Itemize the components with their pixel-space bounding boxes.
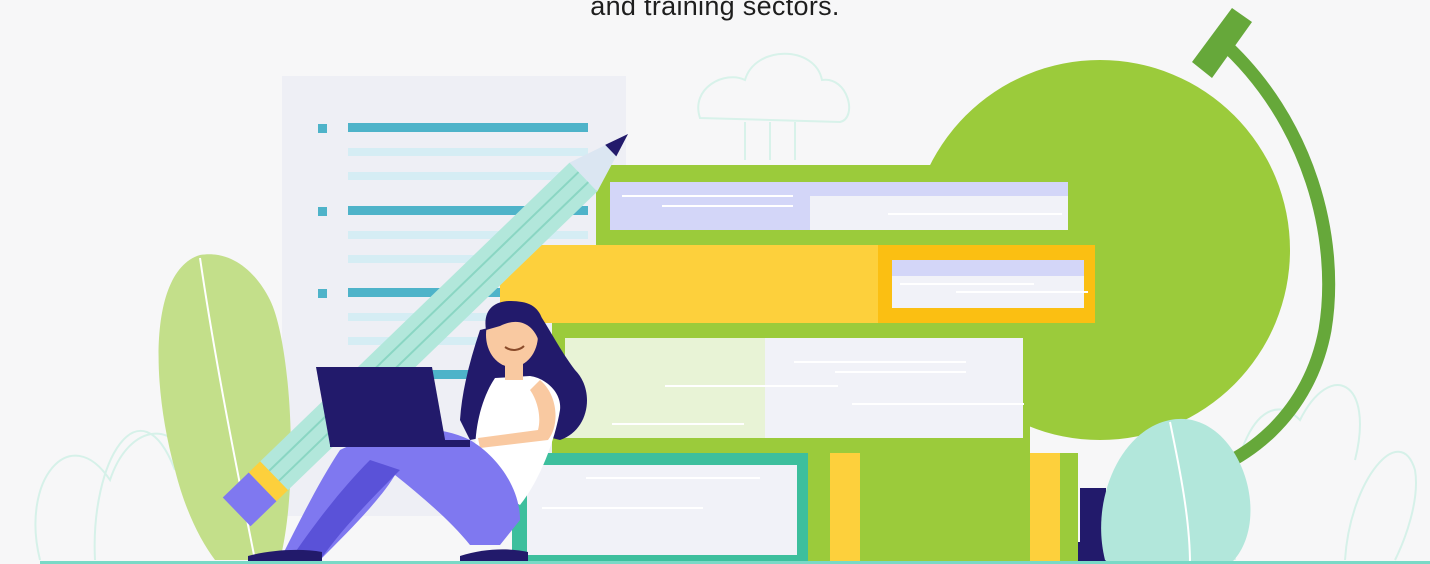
book-yellow	[500, 245, 1095, 323]
leaf-plant-left	[158, 254, 291, 561]
cloud-outline	[697, 52, 850, 160]
book-bottom-teal	[512, 453, 810, 564]
outline-plant-left	[34, 430, 191, 561]
bush-right	[1101, 418, 1251, 564]
book-bottom-green	[808, 453, 1078, 564]
education-illustration	[34, 8, 1430, 564]
book-middle-green	[552, 323, 1030, 453]
outline-plant-right	[1230, 384, 1417, 561]
book-top-green	[596, 165, 1076, 245]
